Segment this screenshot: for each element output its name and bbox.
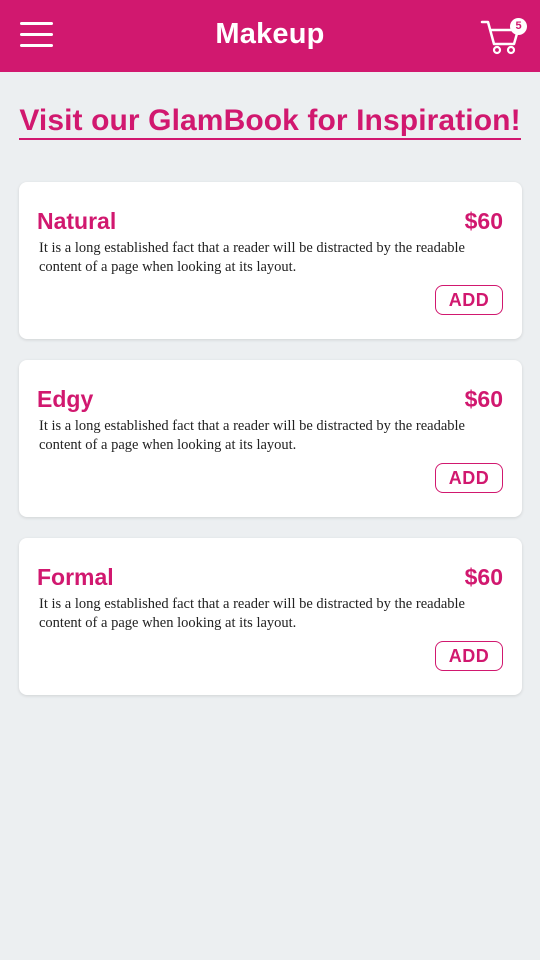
cart-button[interactable]: 5 bbox=[480, 16, 532, 56]
product-price: $60 bbox=[464, 564, 503, 590]
glambook-link[interactable]: Visit our GlamBook for Inspiration! bbox=[19, 104, 521, 140]
add-button[interactable]: ADD bbox=[435, 285, 503, 315]
add-button[interactable]: ADD bbox=[435, 463, 503, 493]
glambook-link-row: Visit our GlamBook for Inspiration! bbox=[0, 104, 540, 140]
product-price: $60 bbox=[464, 208, 503, 234]
page-title: Makeup bbox=[215, 18, 325, 50]
product-name: Natural bbox=[37, 208, 117, 234]
cart-count-badge: 5 bbox=[510, 18, 527, 35]
product-description: It is a long established fact that a rea… bbox=[39, 596, 465, 631]
top-app-bar: Makeup 5 bbox=[0, 0, 540, 72]
product-description: It is a long established fact that a rea… bbox=[39, 240, 465, 275]
product-description: It is a long established fact that a rea… bbox=[39, 418, 465, 453]
add-button[interactable]: ADD bbox=[435, 641, 503, 671]
product-card-edgy: Edgy $60 It is a long established fact t… bbox=[19, 360, 522, 517]
product-card-natural: Natural $60 It is a long established fac… bbox=[19, 182, 522, 339]
product-name: Formal bbox=[37, 564, 114, 590]
product-name: Edgy bbox=[37, 386, 94, 412]
product-card-formal: Formal $60 It is a long established fact… bbox=[19, 538, 522, 695]
product-price: $60 bbox=[464, 386, 503, 412]
